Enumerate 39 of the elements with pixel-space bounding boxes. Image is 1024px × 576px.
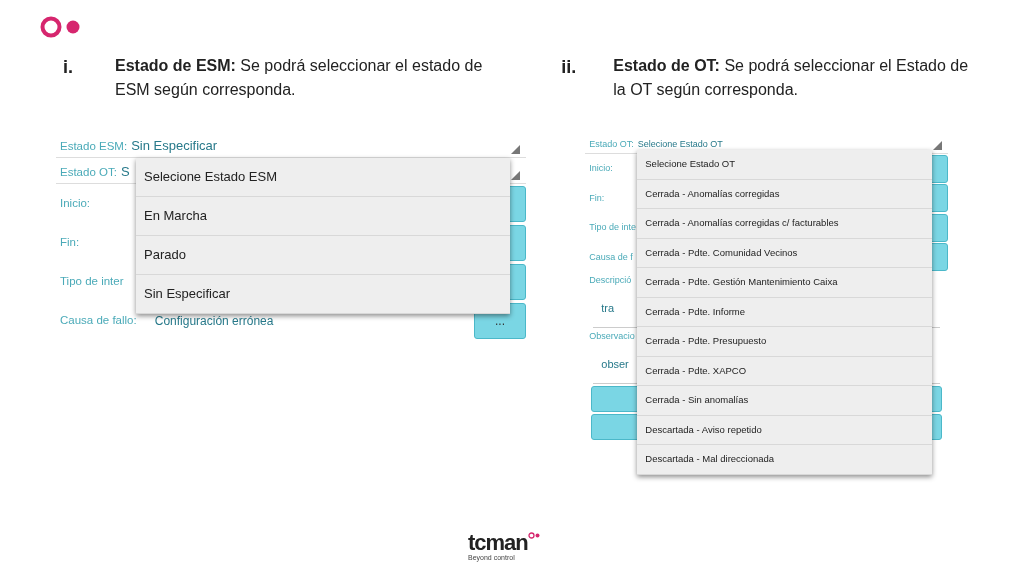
field-label: Inicio:	[60, 195, 91, 211]
dropdown-option[interactable]: Descartada - Mal direccionada	[637, 445, 933, 475]
logo-icon	[527, 532, 540, 539]
field-label: Estado OT:	[60, 164, 117, 180]
field-label: Causa de fallo:	[60, 312, 137, 328]
field-label: Estado OT:	[589, 137, 634, 151]
dropdown-option[interactable]: Cerrada - Pdte. Comunidad Vecinos	[637, 238, 933, 268]
field-label: Observacio	[589, 330, 635, 344]
field-label: Tipo de inte	[589, 221, 636, 234]
field-value: Configuración errónea	[154, 312, 274, 330]
brand-name: tcman	[468, 532, 528, 554]
field-label: Estado ESM:	[60, 138, 128, 154]
dropdown-option[interactable]: Selecione Estado OT	[637, 150, 933, 180]
logo-icon	[40, 16, 80, 38]
field-label: Tipo de inter	[60, 273, 124, 289]
field-label: Inicio:	[589, 162, 613, 175]
dropdown-option[interactable]: Parado	[136, 236, 510, 275]
dropdown-option[interactable]: Cerrada - Anomalías corregidas c/ facturables	[637, 209, 933, 239]
field-label: Descripció	[589, 274, 632, 288]
dropdown-option[interactable]: Cerrada - Pdte. Informe	[637, 297, 933, 327]
select-value[interactable]: Selecione Estado OT	[637, 137, 723, 151]
field-label: Fin:	[60, 234, 80, 250]
bullet-text: Estado de OT: Se podrá seleccionar el Estado de la OT según corresponda.	[613, 56, 970, 100]
list-marker: i.	[63, 56, 74, 79]
bullet-text: Estado de ESM: Se podrá seleccionar el estado de ESM según corresponda.	[115, 56, 484, 100]
dropdown-option[interactable]: Cerrada - Sin anomalías	[637, 386, 933, 416]
dropdown-option[interactable]: Cerrada - Pdte. Presupuesto	[637, 327, 933, 357]
select-value[interactable]: Sin Especificar	[131, 135, 218, 155]
dropdown-option[interactable]: Cerrada - Pdte. Gestión Mantenimiento Caixa	[637, 268, 933, 298]
select-value[interactable]: S	[120, 161, 130, 181]
dropdown-option[interactable]: Cerrada - Pdte. XAPCO	[637, 356, 933, 386]
dropdown-option[interactable]: Cerrada - Anomalías corregidas	[637, 179, 933, 209]
list-marker: ii.	[561, 56, 578, 79]
dropdown-option[interactable]: Sin Especificar	[136, 275, 510, 314]
field-label: Fin:	[589, 191, 605, 205]
dropdown-option[interactable]: Descartada - Aviso repetido	[637, 415, 933, 445]
dropdown-option[interactable]: En Marcha	[136, 197, 510, 236]
field-label: Causa de f	[589, 250, 633, 264]
dropdown-option[interactable]: Selecione Estado ESM	[136, 158, 510, 197]
